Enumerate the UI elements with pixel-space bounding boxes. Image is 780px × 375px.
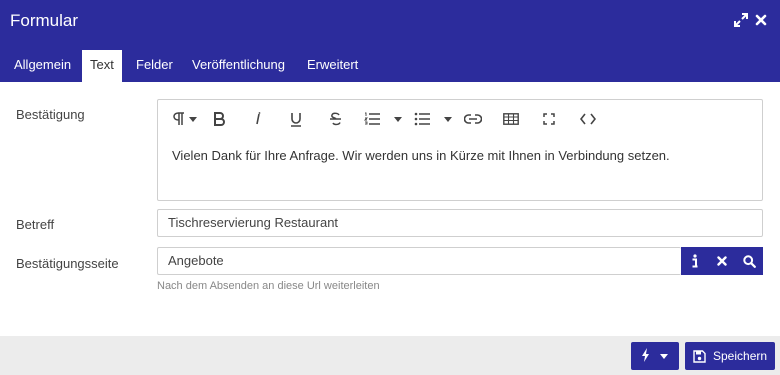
confirmation-text[interactable]: Vielen Dank für Ihre Anfrage. Wir werden… — [172, 148, 670, 163]
confirmation-label: Bestätigung — [16, 107, 85, 122]
tab-allgemein[interactable]: Allgemein — [6, 50, 79, 82]
tab-text[interactable]: Text — [82, 50, 122, 82]
link-icon[interactable] — [464, 110, 482, 128]
editor-toolbar — [158, 100, 762, 136]
confirmation-page-label: Bestätigungsseite — [16, 256, 119, 271]
info-icon[interactable] — [681, 247, 709, 275]
unordered-list-icon[interactable] — [414, 110, 452, 128]
close-icon[interactable] — [753, 12, 769, 28]
ordered-list-icon[interactable] — [364, 110, 402, 128]
window-title: Formular — [10, 11, 79, 30]
clear-icon[interactable] — [708, 247, 736, 275]
subject-label: Betreff — [16, 217, 55, 232]
save-button[interactable]: Speichern — [685, 342, 775, 370]
fullscreen-icon[interactable] — [542, 110, 556, 128]
expand-icon[interactable] — [733, 12, 749, 28]
actions-dropdown-button[interactable] — [631, 342, 679, 370]
tab-erweitert[interactable]: Erweitert — [299, 50, 366, 82]
confirmation-editor[interactable]: Vielen Dank für Ihre Anfrage. Wir werden… — [157, 99, 763, 201]
tab-veroeffentlichung[interactable]: Veröffentlichung — [184, 50, 293, 82]
save-button-label: Speichern — [713, 349, 768, 363]
lightning-icon — [641, 347, 650, 365]
tab-bar: Allgemein Text Felder Veröffentlichung E… — [0, 42, 780, 82]
window-titlebar: Formular — [0, 0, 780, 42]
confirmation-page-input[interactable]: Angebote — [157, 247, 681, 275]
italic-icon[interactable] — [252, 110, 264, 128]
save-icon — [693, 349, 706, 363]
form-content: Bestätigung Vielen Dank für Ihre Anfrage… — [0, 82, 780, 336]
bold-icon[interactable] — [212, 110, 226, 128]
code-icon[interactable] — [579, 110, 597, 128]
confirmation-page-hint: Nach dem Absenden an diese Url weiterlei… — [157, 280, 380, 292]
tab-felder[interactable]: Felder — [128, 50, 181, 82]
search-icon[interactable] — [735, 247, 763, 275]
chevron-down-icon — [660, 353, 668, 359]
strikethrough-icon[interactable] — [328, 110, 342, 128]
dialog-footer: Speichern — [0, 336, 780, 375]
underline-icon[interactable] — [289, 110, 303, 128]
table-icon[interactable] — [503, 110, 519, 128]
paragraph-icon[interactable] — [172, 110, 198, 128]
subject-input[interactable]: Tischreservierung Restaurant — [157, 209, 763, 237]
